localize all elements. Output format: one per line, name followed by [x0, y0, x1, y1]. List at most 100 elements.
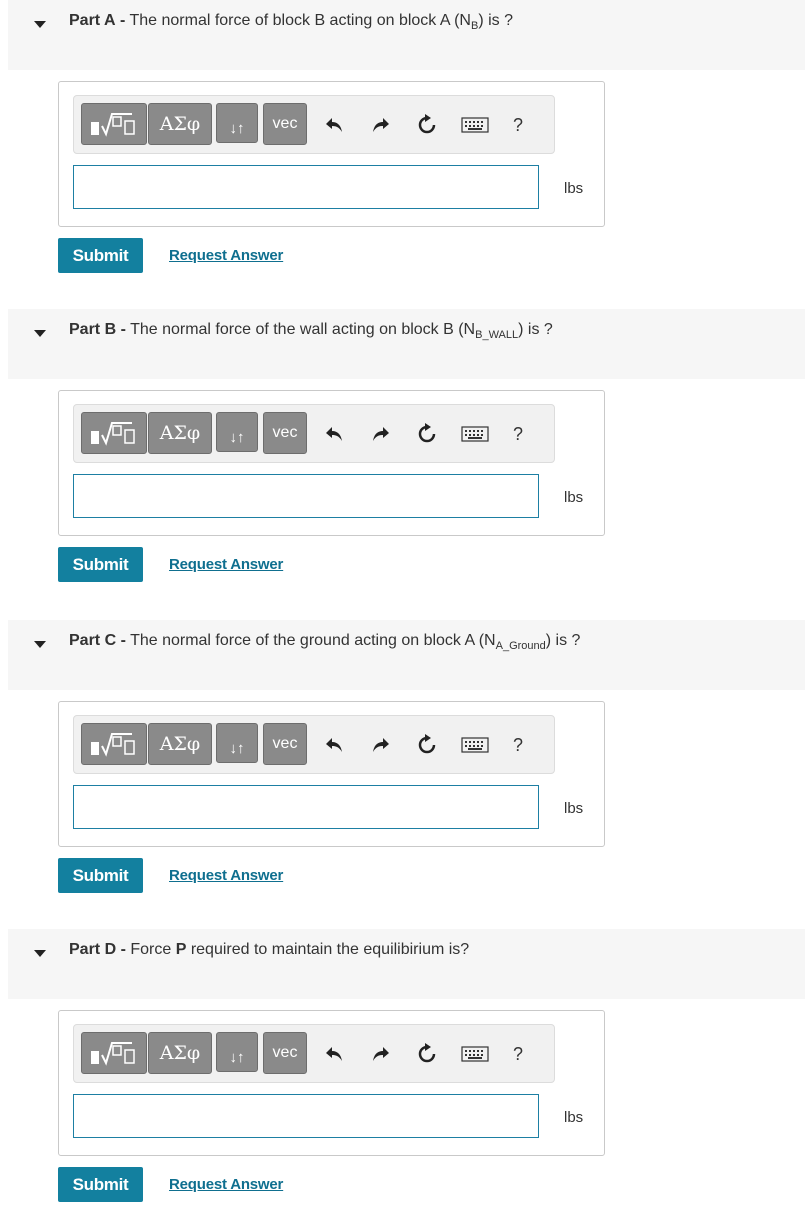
question-text: The normal force of the wall acting on b… — [130, 321, 476, 338]
submit-button[interactable]: Submit — [58, 858, 143, 893]
vec-label: vec — [272, 735, 298, 752]
answer-input[interactable] — [73, 785, 539, 829]
subscript: B — [470, 20, 479, 32]
collapse-caret-icon[interactable] — [34, 950, 46, 957]
arrows-label: ↓↑ — [229, 119, 245, 137]
reset-button[interactable] — [416, 114, 438, 136]
unit-label: lbs — [564, 489, 584, 506]
question-text-end: required to maintain the equilibirium is… — [186, 941, 470, 958]
greek-label: ΑΣφ — [159, 733, 201, 755]
redo-button[interactable] — [371, 734, 391, 756]
reset-button[interactable] — [416, 1043, 438, 1065]
request-answer-link[interactable]: Request Answer — [169, 556, 283, 573]
redo-button[interactable] — [371, 423, 391, 445]
fraction-root-template-icon — [91, 113, 135, 137]
redo-button[interactable] — [371, 114, 391, 136]
vector-button[interactable]: vec — [263, 1032, 307, 1074]
keyboard-button[interactable] — [460, 423, 490, 445]
undo-button[interactable] — [324, 734, 344, 756]
submit-button[interactable]: Submit — [58, 547, 143, 582]
reset-icon — [418, 423, 436, 443]
undo-icon — [326, 1047, 342, 1061]
help-icon: ? — [512, 423, 523, 444]
reset-icon — [418, 1043, 436, 1063]
part-d-title: Part D - Force P required to maintain th… — [69, 941, 469, 959]
part-a-header[interactable]: Part A - The normal force of block B act… — [8, 0, 805, 70]
arrows-button[interactable]: ↓↑ — [216, 103, 258, 143]
vector-button[interactable]: vec — [263, 723, 307, 765]
redo-icon — [373, 118, 389, 132]
part-separator: - — [120, 321, 126, 338]
collapse-caret-icon[interactable] — [34, 330, 46, 337]
undo-button[interactable] — [324, 423, 344, 445]
keyboard-icon — [461, 117, 489, 133]
answer-box: ΑΣφ ↓↑ vec ? lbs — [58, 1010, 605, 1156]
help-icon: ? — [512, 1043, 523, 1064]
part-separator: - — [119, 12, 126, 29]
question-text-end: ) is ? — [545, 632, 581, 649]
reset-icon — [418, 114, 436, 134]
vec-label: vec — [272, 424, 298, 441]
question-text: Force — [130, 941, 176, 958]
part-b-header[interactable]: Part B - The normal force of the wall ac… — [8, 309, 805, 379]
templates-button[interactable] — [81, 103, 147, 145]
help-button[interactable]: ? — [510, 114, 526, 136]
undo-button[interactable] — [324, 1043, 344, 1065]
greek-symbols-button[interactable]: ΑΣφ — [148, 412, 212, 454]
arrows-button[interactable]: ↓↑ — [216, 1032, 258, 1072]
part-label: Part C — [69, 632, 117, 649]
keyboard-button[interactable] — [460, 734, 490, 756]
request-answer-link[interactable]: Request Answer — [169, 247, 283, 264]
help-button[interactable]: ? — [510, 734, 526, 756]
greek-label: ΑΣφ — [159, 422, 201, 444]
math-toolbar: ΑΣφ ↓↑ vec ? — [73, 715, 555, 774]
help-icon: ? — [512, 114, 523, 135]
force-symbol: P — [175, 941, 187, 958]
vector-button[interactable]: vec — [263, 412, 307, 454]
collapse-caret-icon[interactable] — [34, 641, 46, 648]
answer-input[interactable] — [73, 474, 539, 518]
request-answer-link[interactable]: Request Answer — [169, 1176, 283, 1193]
arrows-label: ↓↑ — [229, 428, 245, 446]
part-b-title: Part B - The normal force of the wall ac… — [69, 321, 553, 341]
keyboard-icon — [461, 426, 489, 442]
collapse-caret-icon[interactable] — [34, 21, 46, 28]
part-d-header[interactable]: Part D - Force P required to maintain th… — [8, 929, 805, 999]
answer-box: ΑΣφ ↓↑ vec ? lbs — [58, 390, 605, 536]
vec-label: vec — [272, 115, 298, 132]
undo-button[interactable] — [324, 114, 344, 136]
vec-label: vec — [272, 1044, 298, 1061]
answer-input[interactable] — [73, 165, 539, 209]
arrows-button[interactable]: ↓↑ — [216, 412, 258, 452]
keyboard-button[interactable] — [460, 114, 490, 136]
greek-symbols-button[interactable]: ΑΣφ — [148, 723, 212, 765]
submit-button[interactable]: Submit — [58, 1167, 143, 1202]
arrows-button[interactable]: ↓↑ — [216, 723, 258, 763]
help-button[interactable]: ? — [510, 1043, 526, 1065]
keyboard-button[interactable] — [460, 1043, 490, 1065]
request-answer-link[interactable]: Request Answer — [169, 867, 283, 884]
part-d: Part D - Force P required to maintain th… — [0, 929, 805, 1215]
math-toolbar: ΑΣφ ↓↑ vec ? — [73, 404, 555, 463]
part-c-title: Part C - The normal force of the ground … — [69, 632, 581, 652]
fraction-root-template-icon — [91, 1042, 135, 1066]
answer-input[interactable] — [73, 1094, 539, 1138]
redo-button[interactable] — [371, 1043, 391, 1065]
part-c-header[interactable]: Part C - The normal force of the ground … — [8, 620, 805, 690]
vector-button[interactable]: vec — [263, 103, 307, 145]
submit-button[interactable]: Submit — [58, 238, 143, 273]
part-separator: - — [120, 941, 126, 958]
greek-symbols-button[interactable]: ΑΣφ — [148, 1032, 212, 1074]
help-button[interactable]: ? — [510, 423, 526, 445]
undo-icon — [326, 427, 342, 441]
keyboard-icon — [461, 1046, 489, 1062]
templates-button[interactable] — [81, 1032, 147, 1074]
greek-symbols-button[interactable]: ΑΣφ — [148, 103, 212, 145]
templates-button[interactable] — [81, 723, 147, 765]
reset-button[interactable] — [416, 734, 438, 756]
reset-button[interactable] — [416, 423, 438, 445]
templates-button[interactable] — [81, 412, 147, 454]
redo-icon — [373, 1047, 389, 1061]
unit-label: lbs — [564, 1109, 584, 1126]
unit-label: lbs — [564, 800, 584, 817]
